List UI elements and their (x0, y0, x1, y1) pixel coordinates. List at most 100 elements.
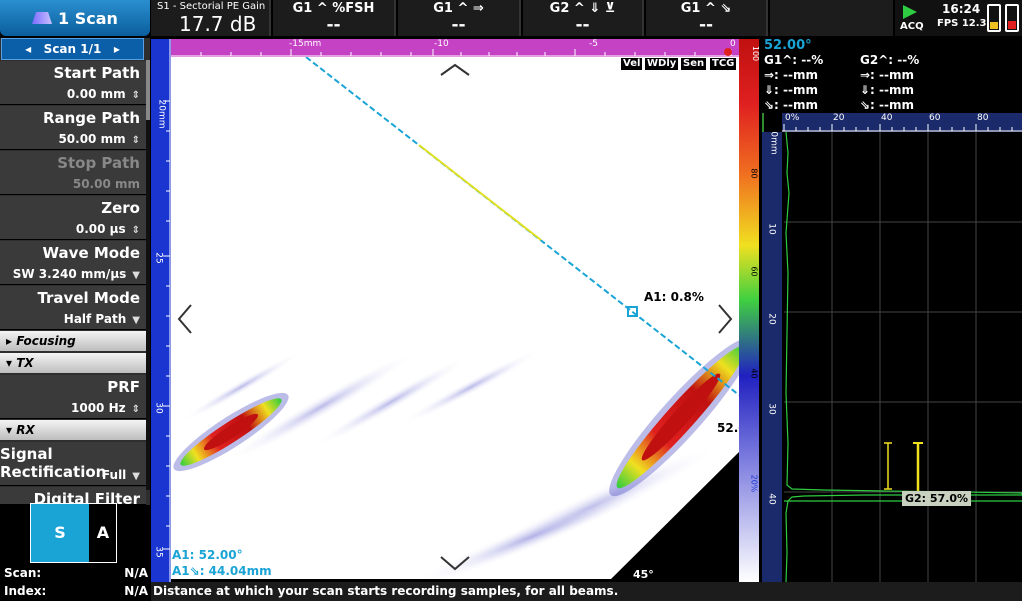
battery-1-icon (987, 4, 1001, 32)
reading-value: -- (451, 15, 466, 35)
dropdown-icon[interactable]: ▼ (132, 315, 140, 326)
ascan-view-button[interactable]: A (89, 504, 117, 562)
param-label: Range Path (42, 109, 140, 127)
param-prf[interactable]: PRF 1000 Hz ⇕ (0, 375, 146, 419)
sscan-image[interactable]: A1: 0.8% 52.0 45° A1: 52.00° A1⇘: 44.04m… (171, 57, 739, 579)
spinner-icon[interactable]: ⇕ (132, 135, 140, 146)
ascan-signal-trace (785, 131, 1022, 582)
section-label: RX (16, 423, 35, 437)
spinner-icon[interactable]: ⇕ (132, 225, 140, 236)
reading-1[interactable]: G1 ^ %FSH -- (273, 0, 396, 36)
param-value: 1000 Hz (71, 401, 126, 415)
ascan-readings: 52.00° G1^: --% G2^: --% ⇒: --mm ⇒: --mm… (762, 38, 1022, 113)
fps-readout: FPS 12.3 (937, 18, 987, 29)
ascan-angle: 52.00° (764, 38, 812, 53)
palette-tick: 100 (751, 45, 761, 62)
angle-min-label: 45° (633, 568, 654, 579)
reading-2[interactable]: G1 ^ ⇒ -- (398, 0, 521, 36)
section-focusing[interactable]: ▸ Focusing (0, 331, 146, 351)
section-rx[interactable]: ▾ RX (0, 420, 146, 440)
reading-title: G1 ^ %FSH (292, 1, 375, 16)
ascan-view[interactable]: G2: 57.0% (762, 113, 1022, 582)
gain-title: S1 - Sectorial PE Gain (157, 1, 266, 12)
angle-label: 52.0 (717, 421, 739, 435)
section-tx[interactable]: ▾ TX (0, 353, 146, 373)
param-travel-mode[interactable]: Travel Mode Half Path ▼ (0, 286, 146, 330)
ascan-y-tick: 30 (766, 403, 777, 415)
scrollbar-thumb[interactable] (146, 60, 150, 120)
tag-wedge-delay: WDly (645, 58, 679, 70)
gate-amplitude-label: G2: 57.0% (902, 491, 972, 506)
param-range-path[interactable]: Range Path 50.00 mm ⇕ (0, 106, 146, 150)
top-tick: 0 (730, 39, 736, 49)
ascan-left-ruler: 0mm 10 20 30 40 (762, 131, 782, 582)
param-label: Stop Path (57, 154, 140, 172)
reading-title: G1 ^ ⇒ (433, 1, 484, 16)
left-tick: 30 (153, 402, 164, 414)
param-label: Wave Mode (42, 244, 140, 262)
acq-label: ACQ (900, 21, 924, 32)
param-value: Full (101, 468, 127, 482)
dropdown-icon[interactable]: ▼ (132, 270, 140, 281)
scan-page-label: Scan 1/1 (43, 42, 102, 56)
scroll-left-icon[interactable] (177, 304, 192, 334)
a1-angle: A1: 52.00° (172, 548, 243, 562)
param-label: PRF (107, 378, 140, 396)
param-value: Half Path (63, 312, 127, 326)
gate-segment[interactable] (418, 144, 542, 241)
cursor-amplitude-label: A1: 0.8% (644, 290, 704, 304)
probe-icon (32, 12, 53, 24)
param-value: 0.00 µs (75, 222, 126, 236)
left-tick: 35 (153, 546, 164, 558)
palette-tick: 20% (749, 474, 759, 493)
g1-sound-path: ⇒: --mm (764, 68, 818, 82)
tag-tcg: TCG (710, 58, 737, 70)
tag-velocity: Vel (621, 58, 643, 70)
gain-readout[interactable]: S1 - Sectorial PE Gain 17.7 dB (151, 0, 271, 36)
ascan-x-tick: 60 (929, 113, 941, 123)
g2-fsh: G2^: --% (860, 53, 920, 67)
param-value: SW 3.240 mm/µs (12, 267, 127, 281)
g1-fsh: G1^: --% (764, 53, 824, 67)
scan-page-selector[interactable]: ◂ Scan 1/1 ▸ (1, 38, 144, 60)
reading-4[interactable]: G1 ^ ⇘ -- (646, 0, 768, 36)
left-ruler: 20mm 25 30 35 (151, 39, 171, 582)
parameter-panel: ◂ Scan 1/1 ▸ Start Path 0.00 mm ⇕ Range P… (0, 38, 150, 508)
scroll-right-icon[interactable] (718, 304, 733, 334)
g2-surface: ⇘: --mm (860, 98, 914, 112)
palette-tick: 40 (749, 368, 759, 379)
ascan-y-tick: 20 (766, 313, 777, 325)
reading-title: G1 ^ ⇘ (680, 1, 732, 16)
reading-value: -- (575, 15, 590, 35)
scroll-up-icon[interactable] (440, 63, 470, 76)
param-zero[interactable]: Zero 0.00 µs ⇕ (0, 196, 146, 240)
color-palette-bar: 100 80 60 40 20% (739, 39, 761, 582)
ascan-y-tick: 10 (766, 223, 777, 235)
index-value: N/A (124, 584, 148, 598)
scan-menu-button[interactable]: 1 Scan (0, 0, 150, 36)
ascan-x-tick: 20 (833, 113, 845, 123)
param-wave-mode[interactable]: Wave Mode SW 3.240 mm/µs ▼ (0, 241, 146, 285)
g2-sound-path: ⇒: --mm (860, 68, 914, 82)
spinner-icon[interactable]: ⇕ (132, 404, 140, 415)
param-value: 50.00 mm (58, 132, 126, 146)
spinner-icon[interactable]: ⇕ (132, 90, 140, 101)
a1-path: A1⇘: 44.04mm (172, 564, 272, 578)
top-tick: -5 (589, 39, 598, 49)
reading-3[interactable]: G2 ^ ⇓ ⊻ -- (523, 0, 644, 36)
dropdown-icon[interactable]: ▼ (132, 471, 140, 482)
palette-tick: 80 (749, 168, 759, 179)
section-label: Focusing (16, 334, 76, 348)
param-start-path[interactable]: Start Path 0.00 mm ⇕ (0, 61, 146, 105)
ascan-y-tick: 40 (766, 493, 777, 505)
gain-value: 17.7 dB (179, 12, 257, 36)
param-signal-rectification[interactable]: Signal Rectification Full ▼ (0, 442, 146, 486)
acquisition-play-icon[interactable] (901, 4, 919, 20)
sscan-view-button[interactable]: S (31, 504, 89, 562)
help-status-bar: Distance at which your scan starts recor… (151, 582, 1022, 601)
param-label: Zero (101, 199, 140, 217)
g2-depth: ⇓: --mm (860, 83, 914, 97)
param-stop-path: Stop Path 50.00 mm (0, 151, 146, 195)
section-label: TX (16, 356, 34, 370)
parameter-scrollbar[interactable] (146, 60, 150, 490)
